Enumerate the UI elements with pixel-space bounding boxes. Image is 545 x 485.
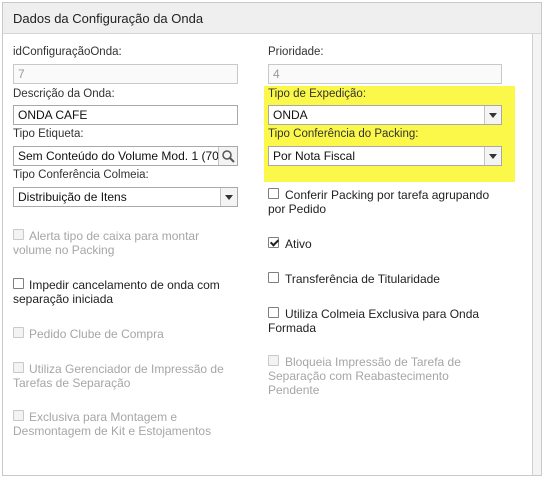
chevron-down-icon <box>484 147 501 165</box>
prioridade-label: Prioridade: <box>268 46 324 58</box>
conferir-packing-line1: Conferir Packing por tarefa agrupando <box>285 188 490 202</box>
vertical-scrollbar[interactable] <box>532 34 541 475</box>
descricao-input[interactable]: ONDA CAFE <box>13 105 238 125</box>
transferencia-checkbox[interactable] <box>268 272 279 283</box>
bloqueia-impressao-line3: Pendente <box>268 383 320 397</box>
etiqueta-value: Sem Conteúdo do Volume Mod. 1 (70 <box>18 149 219 163</box>
conferir-packing-text: Conferir Packing por tarefa agrupando po… <box>268 188 489 216</box>
etiqueta-input[interactable]: Sem Conteúdo do Volume Mod. 1 (70 <box>13 146 238 166</box>
pedido-clube-checkbox[interactable] <box>13 327 24 338</box>
gerenciador-impressao-line2: Tarefas de Separação <box>13 376 131 390</box>
colmeia-label: Tipo Conferência Colmeia: <box>13 169 149 181</box>
ativo-text: Ativo <box>285 237 312 251</box>
colmeia-value: Distribuição de Itens <box>18 190 127 204</box>
exclusiva-montagem-line2: Desmontagem de Kit e Estojamentos <box>13 424 212 438</box>
colmeia-exclusiva-line2: Formada <box>268 321 317 335</box>
packing-value: Por Nota Fiscal <box>273 149 356 163</box>
panel-header: Dados da Configuração da Onda <box>3 3 541 34</box>
impedir-cancelamento-text: Impedir cancelamento de onda com separaç… <box>13 278 220 306</box>
colmeia-exclusiva-text: Utiliza Colmeia Exclusiva para Onda Form… <box>268 307 479 335</box>
packing-label: Tipo Conferência do Packing: <box>268 128 419 140</box>
gerenciador-impressao-text: Utiliza Gerenciador de Impressão de Tare… <box>13 362 224 390</box>
search-icon <box>222 150 235 163</box>
bloqueia-impressao-text: Bloqueia Impressão de Tarefa de Separaçã… <box>268 355 461 397</box>
etiqueta-label: Tipo Etiqueta: <box>13 128 84 140</box>
gerenciador-impressao-line1: Utiliza Gerenciador de Impressão de <box>29 362 224 376</box>
exclusiva-montagem-line1: Exclusiva para Montagem e <box>29 410 178 424</box>
prioridade-field: 4 <box>268 64 502 84</box>
chevron-down-icon <box>484 106 501 124</box>
colmeia-select[interactable]: Distribuição de Itens <box>13 187 238 207</box>
expedicao-label: Tipo de Expedição: <box>268 88 367 100</box>
id-field: 7 <box>13 64 238 84</box>
exclusiva-montagem-text: Exclusiva para Montagem e Desmontagem de… <box>13 410 211 438</box>
descricao-label: Descrição da Onda: <box>13 88 115 100</box>
chevron-down-icon <box>220 188 237 206</box>
transferencia-text: Transferência de Titularidade <box>285 272 440 286</box>
colmeia-exclusiva-line1: Utiliza Colmeia Exclusiva para Onda <box>285 307 480 321</box>
packing-select[interactable]: Por Nota Fiscal <box>268 146 502 166</box>
impedir-cancelamento-line1: Impedir cancelamento de onda com <box>29 278 220 292</box>
bloqueia-impressao-line2: Separação com Reabastecimento <box>268 369 449 383</box>
lookup-button[interactable] <box>218 147 237 165</box>
expedicao-select[interactable]: ONDA <box>268 105 502 125</box>
ativo-checkbox[interactable] <box>268 237 279 248</box>
panel-title: Dados da Configuração da Onda <box>13 11 204 26</box>
id-label: idConfiguraçãoOnda: <box>13 46 122 58</box>
conferir-packing-line2: por Pedido <box>268 202 327 216</box>
pedido-clube-text: Pedido Clube de Compra <box>29 327 164 341</box>
alerta-caixa-line2: volume no Packing <box>13 243 115 257</box>
impedir-cancelamento-line2: separação iniciada <box>13 292 114 306</box>
bloqueia-impressao-line1: Bloqueia Impressão de Tarefa de <box>285 355 461 369</box>
alerta-caixa-text: Alerta tipo de caixa para montar volume … <box>13 229 199 257</box>
expedicao-value: ONDA <box>273 108 308 122</box>
alerta-caixa-line1: Alerta tipo de caixa para montar <box>29 229 200 243</box>
